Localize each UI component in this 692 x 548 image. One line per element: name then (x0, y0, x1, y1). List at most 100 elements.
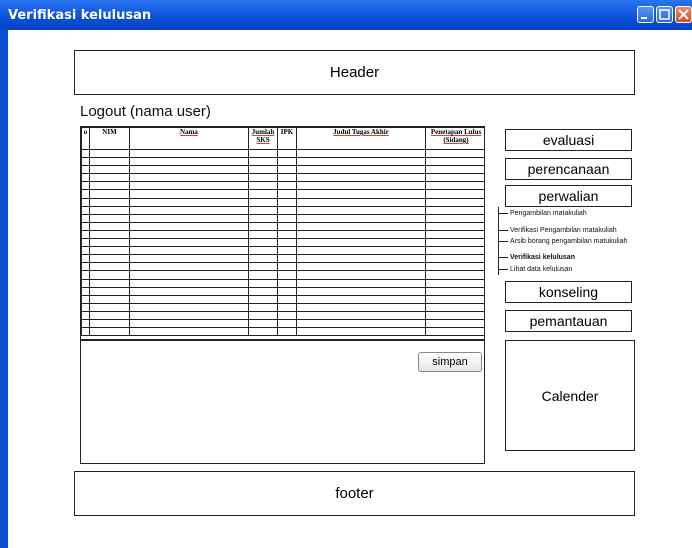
table-cell[interactable] (296, 318, 426, 329)
close-button[interactable] (675, 6, 692, 23)
table-cell[interactable] (129, 213, 249, 223)
table-cell[interactable] (248, 148, 278, 159)
table-cell[interactable] (296, 157, 426, 167)
table-cell[interactable] (277, 165, 297, 175)
table-cell[interactable] (89, 148, 130, 159)
table-cell[interactable] (89, 262, 130, 272)
table-cell[interactable] (129, 318, 249, 329)
table-cell[interactable] (81, 262, 90, 272)
logout-link[interactable]: Logout (nama user) (80, 103, 211, 120)
table-cell[interactable] (425, 221, 484, 231)
table-cell[interactable] (81, 294, 90, 304)
table-cell[interactable] (89, 189, 130, 199)
table-cell[interactable] (277, 197, 297, 207)
table-cell[interactable] (248, 302, 278, 312)
table-cell[interactable] (81, 286, 90, 296)
table-cell[interactable] (425, 213, 484, 223)
table-cell[interactable] (129, 173, 249, 183)
table-cell[interactable] (89, 286, 130, 296)
table-cell[interactable] (129, 205, 249, 215)
submenu-item[interactable]: Arsib borang pengambilan matukuliah (498, 238, 628, 245)
table-cell[interactable] (89, 270, 130, 280)
table-cell[interactable] (277, 246, 297, 256)
table-cell[interactable] (89, 318, 130, 329)
menu-pemantauan-button[interactable]: pemantauan (505, 310, 632, 332)
table-cell[interactable] (81, 270, 90, 280)
table-cell[interactable] (81, 229, 90, 240)
table-cell[interactable] (89, 238, 130, 248)
table-cell[interactable] (277, 189, 297, 199)
table-cell[interactable] (277, 286, 297, 296)
table-cell[interactable] (89, 278, 130, 288)
table-cell[interactable] (296, 302, 426, 312)
table-cell[interactable] (296, 189, 426, 199)
table-cell[interactable] (89, 246, 130, 256)
table-cell[interactable] (425, 197, 484, 207)
table-cell[interactable] (81, 302, 90, 312)
table-cell[interactable] (81, 189, 90, 199)
table-cell[interactable] (81, 165, 90, 175)
table-cell[interactable] (425, 294, 484, 304)
table-cell[interactable] (129, 294, 249, 304)
table-cell[interactable] (277, 148, 297, 159)
table-cell[interactable] (425, 286, 484, 296)
submenu-item[interactable]: Verifikasi Pengambilan matakuliah (498, 227, 617, 234)
table-cell[interactable] (129, 262, 249, 272)
table-cell[interactable] (296, 165, 426, 175)
table-cell[interactable] (248, 270, 278, 280)
table-cell[interactable] (129, 197, 249, 207)
table-cell[interactable] (277, 254, 297, 264)
table-cell[interactable] (277, 278, 297, 288)
table-cell[interactable] (248, 246, 278, 256)
table-cell[interactable] (129, 189, 249, 199)
table-cell[interactable] (89, 254, 130, 264)
table-cell[interactable] (425, 254, 484, 264)
table-cell[interactable] (89, 294, 130, 304)
table-cell[interactable] (425, 302, 484, 312)
table-cell[interactable] (81, 327, 90, 337)
table-cell[interactable] (89, 221, 130, 231)
table-cell[interactable] (89, 302, 130, 312)
table-cell[interactable] (81, 246, 90, 256)
table-cell[interactable] (129, 181, 249, 191)
table-cell[interactable] (277, 270, 297, 280)
maximize-button[interactable] (656, 6, 673, 23)
table-cell[interactable] (89, 181, 130, 191)
table-cell[interactable] (81, 148, 90, 159)
table-cell[interactable] (129, 229, 249, 240)
table-cell[interactable] (425, 189, 484, 199)
table-cell[interactable] (89, 213, 130, 223)
table-cell[interactable] (296, 262, 426, 272)
table-cell[interactable] (89, 327, 130, 337)
table-cell[interactable] (425, 205, 484, 215)
table-cell[interactable] (425, 310, 484, 320)
table-cell[interactable] (81, 221, 90, 231)
table-cell[interactable] (296, 270, 426, 280)
table-cell[interactable] (129, 286, 249, 296)
table-cell[interactable] (129, 327, 249, 337)
submenu-item-active[interactable]: Verifikasi kelulusan (498, 254, 575, 261)
table-cell[interactable] (129, 238, 249, 248)
table-cell[interactable] (248, 189, 278, 199)
table-cell[interactable] (129, 246, 249, 256)
table-cell[interactable] (296, 181, 426, 191)
table-cell[interactable] (425, 238, 484, 248)
table-cell[interactable] (81, 318, 90, 329)
table-cell[interactable] (248, 262, 278, 272)
menu-perencanaan-button[interactable]: perencanaan (505, 158, 632, 180)
table-cell[interactable] (277, 318, 297, 329)
table-cell[interactable] (277, 262, 297, 272)
table-cell[interactable] (425, 157, 484, 167)
table-cell[interactable] (129, 254, 249, 264)
table-cell[interactable] (425, 229, 484, 240)
table-cell[interactable] (248, 213, 278, 223)
table-cell[interactable] (277, 173, 297, 183)
save-button[interactable]: simpan (418, 352, 482, 372)
table-cell[interactable] (277, 294, 297, 304)
table-cell[interactable] (129, 165, 249, 175)
menu-evaluasi-button[interactable]: evaluasi (505, 129, 632, 151)
table-cell[interactable] (89, 173, 130, 183)
table-cell[interactable] (129, 278, 249, 288)
table-cell[interactable] (296, 229, 426, 240)
table-cell[interactable] (296, 197, 426, 207)
